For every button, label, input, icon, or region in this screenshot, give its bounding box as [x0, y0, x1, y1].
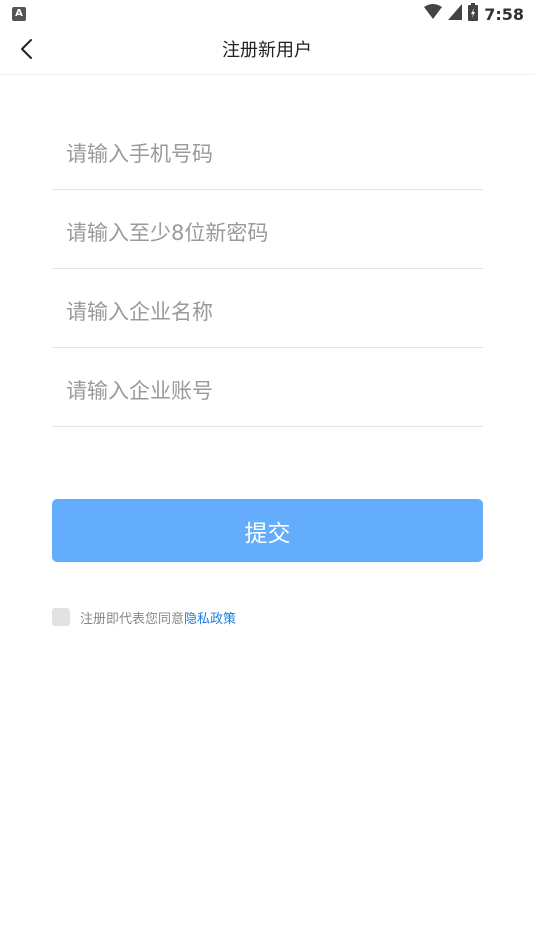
status-bar: A 7:58	[0, 0, 534, 28]
password-input[interactable]	[52, 214, 483, 245]
agreement-row: 注册即代表您同意 隐私政策	[52, 607, 236, 627]
company-account-field-row	[52, 349, 483, 427]
status-time: 7:58	[484, 4, 524, 24]
wifi-icon	[424, 4, 443, 24]
status-indicators: 7:58	[424, 3, 524, 25]
page-title: 注册新用户	[222, 40, 312, 61]
battery-icon	[468, 3, 479, 25]
back-button[interactable]	[8, 32, 44, 70]
password-field-row	[52, 191, 483, 269]
company-name-field-row	[52, 270, 483, 348]
signal-icon	[448, 4, 463, 24]
chevron-left-icon	[19, 38, 33, 64]
register-form	[52, 112, 483, 428]
app-notification-icon: A	[12, 7, 26, 21]
agree-checkbox[interactable]	[52, 608, 70, 626]
agreement-text: 注册即代表您同意	[80, 611, 185, 627]
company-account-input[interactable]	[52, 372, 483, 403]
phone-field-row	[52, 112, 483, 190]
privacy-policy-link[interactable]: 隐私政策	[184, 608, 236, 627]
submit-button[interactable]: 提交	[52, 499, 483, 562]
header: 注册新用户	[0, 28, 534, 75]
company-name-input[interactable]	[52, 293, 483, 324]
phone-input[interactable]	[52, 135, 483, 166]
